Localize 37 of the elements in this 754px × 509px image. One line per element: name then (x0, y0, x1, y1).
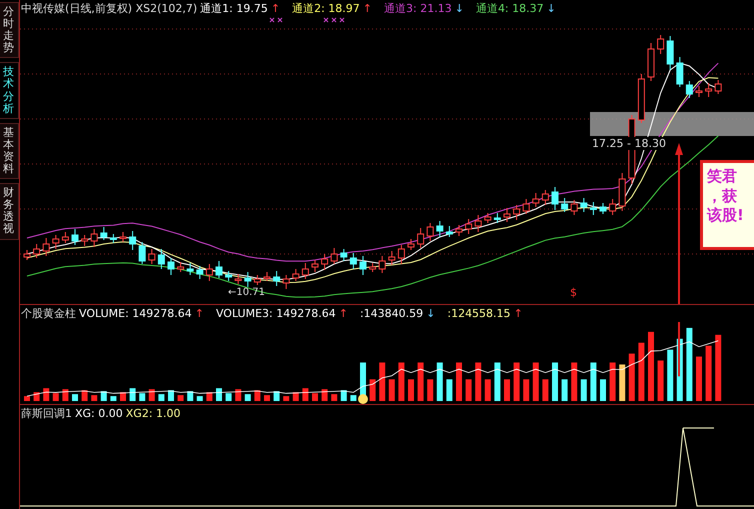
chart-title: 个股黄金柱 (21, 306, 76, 321)
indicator-reading: 通道3: 21.13 (384, 1, 452, 16)
indicator-reading: 通道2: 18.97 (292, 1, 360, 16)
trend-arrow: ↑ (362, 2, 372, 15)
note-line: 笑君 (707, 167, 738, 186)
cross-marker-icon (340, 18, 344, 22)
indicator-reading: 通道4: 18.37 (476, 1, 544, 16)
indicator-reading: XG2: 1.00 (126, 407, 181, 420)
trend-arrow: ↑ (194, 307, 204, 320)
side-tab[interactable]: 分时走势 (0, 2, 19, 58)
cross-marker-icon (270, 18, 274, 22)
indicator-reading: :143840.59 (360, 307, 424, 320)
cross-marker-icon (332, 18, 336, 22)
trend-arrow: ↑ (270, 2, 280, 15)
trend-arrow: ↑ (338, 307, 348, 320)
price-range-label: 17.25 - 18.30 (592, 137, 666, 150)
indicator-reading: :124558.15 (447, 307, 511, 320)
side-tab[interactable]: 基本资料 (0, 122, 19, 180)
signal-mark: $ (570, 286, 577, 299)
indicator-reading: VOLUME3: 149278.64 (216, 307, 336, 320)
note-line: 该股! (707, 206, 745, 226)
side-tab[interactable]: 技术分析 (0, 62, 19, 119)
chart-title: 中视传媒(日线,前复权) XS2(102,7) (21, 1, 198, 16)
signal-line (678, 322, 680, 376)
indicator-reading: VOLUME: 149278.64 (79, 307, 192, 320)
low-price-label: ←10.71 (228, 288, 266, 298)
chart-title: 薛斯回调1 (21, 406, 72, 421)
side-tab[interactable]: 财务透视 (0, 183, 19, 240)
indicator-reading: XG: 0.00 (75, 407, 123, 420)
trend-arrow: ↓ (426, 307, 436, 320)
cross-marker-icon (324, 18, 328, 22)
indicator-reading: 通道1: 19.75 (200, 1, 268, 16)
note-line: ，获 (707, 186, 738, 206)
trend-arrow: ↓ (454, 2, 464, 15)
cross-marker-icon (278, 18, 282, 22)
trend-arrow: ↑ (514, 307, 523, 320)
trend-arrow: ↓ (546, 2, 556, 15)
